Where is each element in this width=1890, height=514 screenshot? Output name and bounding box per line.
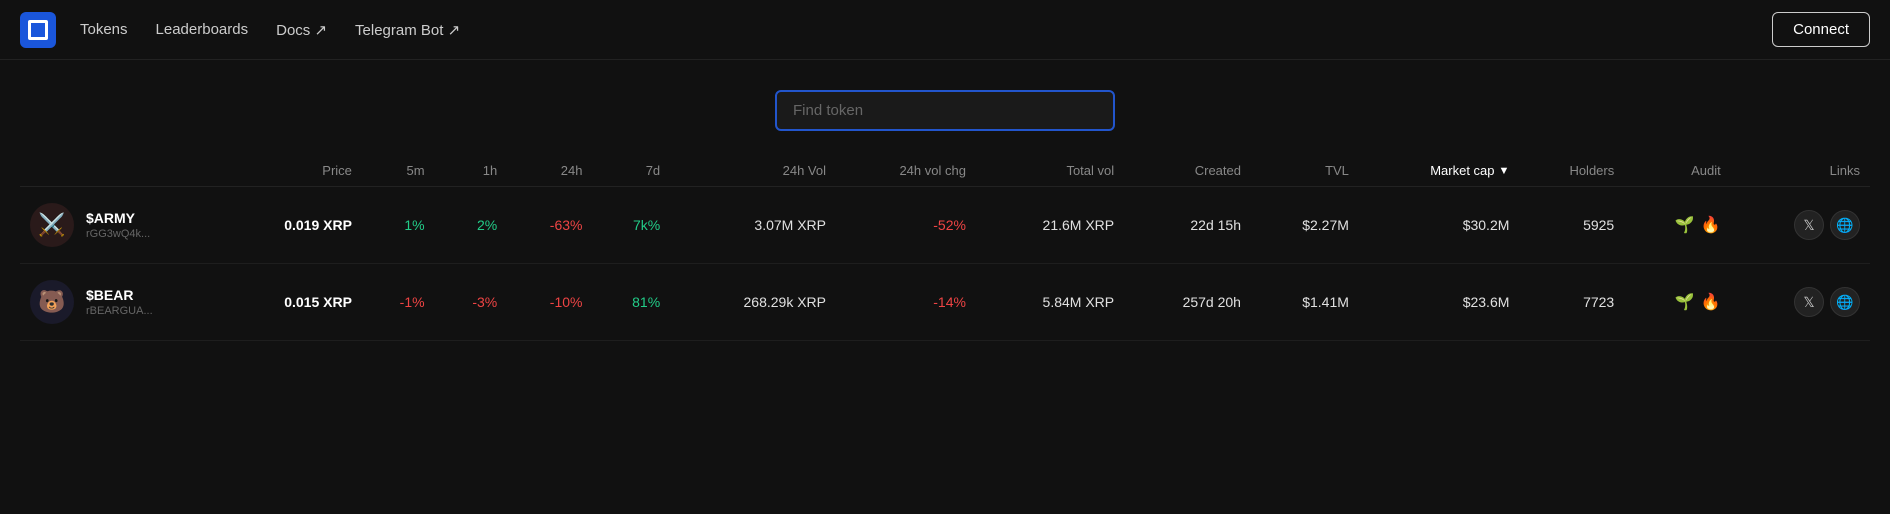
col-name [20,155,220,187]
m5-army: 1% [362,187,435,264]
token-info-army: $ARMY rGG3wQ4k... [86,210,150,240]
table-container: Price 5m 1h 24h 7d 24h Vol 24h vol chg T… [0,155,1890,341]
marketcap-army: $30.2M [1359,187,1520,264]
nav-links: Tokens Leaderboards Docs ↗ Telegram Bot … [80,21,1772,39]
price-army: 0.019 XRP [220,187,362,264]
totalvol-bear: 5.84M XRP [976,264,1124,341]
navbar: Tokens Leaderboards Docs ↗ Telegram Bot … [0,0,1890,60]
links-army: 𝕏 🌐 [1731,187,1870,264]
d7-bear: 81% [592,264,670,341]
tvl-army: $2.27M [1251,187,1359,264]
links-bear: 𝕏 🌐 [1731,264,1870,341]
search-input[interactable] [775,90,1115,131]
token-info-bear: $BEAR rBEARGUA... [86,287,153,317]
h1-bear: -3% [435,264,508,341]
price-bear: 0.015 XRP [220,264,362,341]
audit-army: 🌱 🔥 [1624,187,1731,264]
table-header-row: Price 5m 1h 24h 7d 24h Vol 24h vol chg T… [20,155,1870,187]
sprout-icon-army[interactable]: 🌱 [1675,215,1695,235]
search-section [0,60,1890,155]
created-bear: 257d 20h [1124,264,1251,341]
token-cell-bear: 🐻 $BEAR rBEARGUA... [20,264,220,341]
globe-link-bear[interactable]: 🌐 [1830,287,1860,317]
col-5m: 5m [362,155,435,187]
table-row: ⚔️ $ARMY rGG3wQ4k... 0.019 XRP 1% 2% -63… [20,187,1870,264]
col-created: Created [1124,155,1251,187]
col-holders: Holders [1519,155,1624,187]
vol24-bear: 268.29k XRP [670,264,836,341]
col-price: Price [220,155,362,187]
h24-army: -63% [507,187,592,264]
avatar-bear: 🐻 [30,280,74,324]
d7-army: 7k% [592,187,670,264]
holders-bear: 7723 [1519,264,1624,341]
col-marketcap-label: Market cap [1430,163,1494,178]
h24-bear: -10% [507,264,592,341]
logo[interactable] [20,12,56,48]
nav-telegram-bot[interactable]: Telegram Bot ↗ [355,21,460,39]
nav-docs[interactable]: Docs ↗ [276,21,327,39]
globe-link-army[interactable]: 🌐 [1830,210,1860,240]
token-name-bear: $BEAR [86,287,153,303]
marketcap-bear: $23.6M [1359,264,1520,341]
tokens-table: Price 5m 1h 24h 7d 24h Vol 24h vol chg T… [20,155,1870,341]
token-name-army: $ARMY [86,210,150,226]
nav-leaderboards[interactable]: Leaderboards [156,21,249,38]
avatar-army: ⚔️ [30,203,74,247]
col-links: Links [1731,155,1870,187]
table-row: 🐻 $BEAR rBEARGUA... 0.015 XRP -1% -3% -1… [20,264,1870,341]
connect-button[interactable]: Connect [1772,12,1870,47]
totalvol-army: 21.6M XRP [976,187,1124,264]
m5-bear: -1% [362,264,435,341]
nav-tokens[interactable]: Tokens [80,21,128,38]
created-army: 22d 15h [1124,187,1251,264]
col-totalvol: Total vol [976,155,1124,187]
col-audit: Audit [1624,155,1731,187]
col-24h: 24h [507,155,592,187]
twitter-link-bear[interactable]: 𝕏 [1794,287,1824,317]
vol24-army: 3.07M XRP [670,187,836,264]
col-marketcap[interactable]: Market cap ▼ [1359,155,1520,187]
col-7d: 7d [592,155,670,187]
logo-icon [28,20,48,40]
volchg-bear: -14% [836,264,976,341]
fire-icon-army[interactable]: 🔥 [1701,215,1721,235]
col-24hvolchg: 24h vol chg [836,155,976,187]
col-1h: 1h [435,155,508,187]
token-addr-bear: rBEARGUA... [86,305,153,317]
volchg-army: -52% [836,187,976,264]
h1-army: 2% [435,187,508,264]
sort-arrow-icon: ▼ [1499,165,1510,177]
twitter-link-army[interactable]: 𝕏 [1794,210,1824,240]
token-addr-army: rGG3wQ4k... [86,228,150,240]
fire-icon-bear[interactable]: 🔥 [1701,292,1721,312]
tvl-bear: $1.41M [1251,264,1359,341]
audit-bear: 🌱 🔥 [1624,264,1731,341]
holders-army: 5925 [1519,187,1624,264]
token-cell-army: ⚔️ $ARMY rGG3wQ4k... [20,187,220,264]
col-24hvol: 24h Vol [670,155,836,187]
sprout-icon-bear[interactable]: 🌱 [1675,292,1695,312]
col-tvl: TVL [1251,155,1359,187]
